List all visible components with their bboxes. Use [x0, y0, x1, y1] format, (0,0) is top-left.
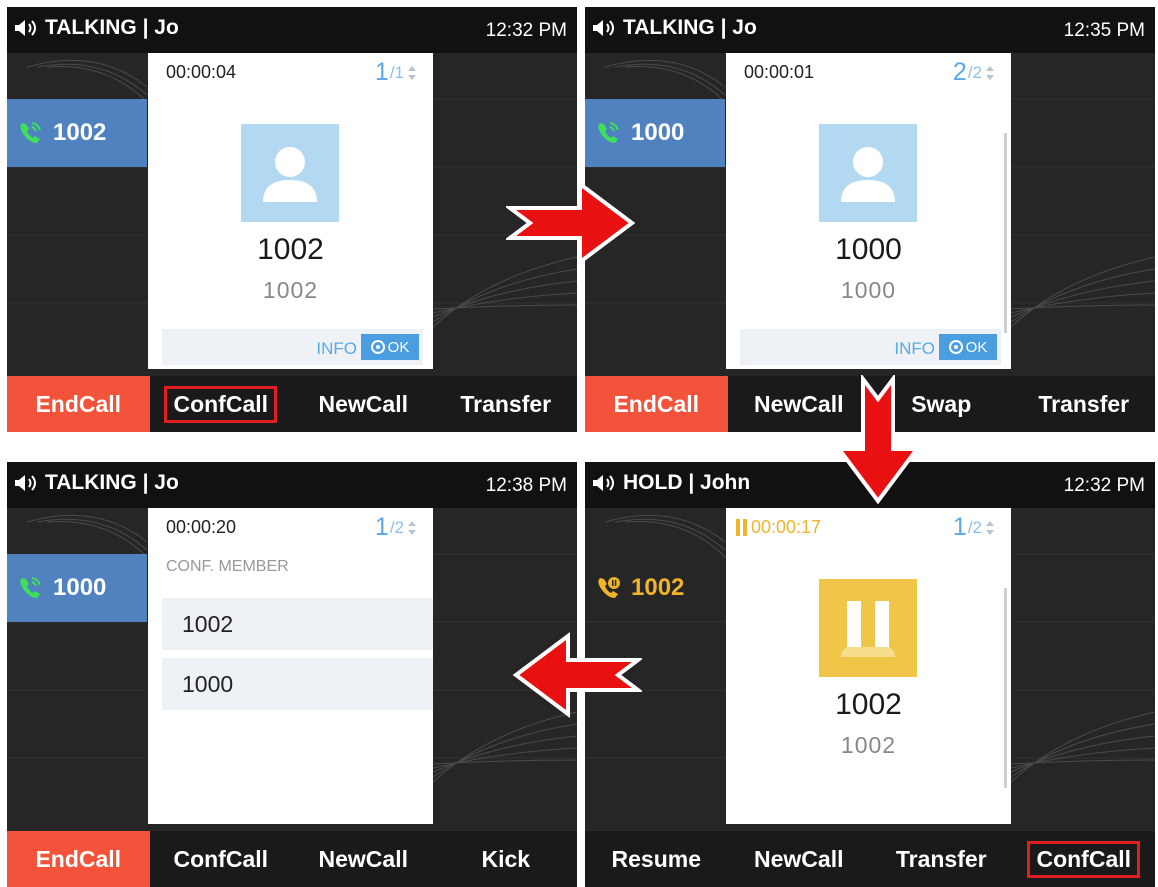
softkey-transfer[interactable]: Transfer [870, 831, 1013, 887]
caller-name: 1000 [835, 233, 902, 266]
arrow-left-icon [512, 632, 642, 718]
softkey-newcall[interactable]: NewCall [728, 831, 871, 887]
caller-number: 1000 [840, 277, 897, 303]
call-timer: 00:00:17 [736, 517, 821, 538]
avatar [819, 124, 917, 222]
line-number: 1000 [53, 574, 107, 601]
line-key[interactable]: 1000 [7, 554, 147, 622]
call-status: TALKING | Jo [45, 16, 179, 39]
softkey-confcall[interactable]: ConfCall [150, 831, 293, 887]
conference-card: 00:00:20 1/2 CONF. MEMBER 1002 1000 [148, 508, 433, 824]
caller-number: 1002 [840, 732, 897, 758]
page-indicator[interactable]: 1/2 [375, 513, 417, 542]
call-card: 00:00:01 2/2 1000 1000 INFO OK [726, 53, 1011, 369]
softkey-transfer[interactable]: Transfer [435, 376, 578, 432]
call-status: TALKING | Jo [623, 16, 757, 39]
phone-hold-icon [598, 577, 620, 598]
conf-member-title: CONF. MEMBER [166, 558, 289, 575]
phone-call-icon [20, 122, 41, 143]
updown-icon [408, 65, 416, 80]
info-bar: INFO OK [162, 329, 423, 365]
status-bar: TALKING | Jo 12:35 PM [585, 7, 1155, 53]
caller-name: 1002 [257, 233, 324, 266]
status-bar: TALKING | Jo 12:38 PM [7, 462, 577, 508]
ok-button[interactable]: OK [361, 334, 419, 360]
clock: 12:32 PM [1063, 475, 1145, 496]
phone-call-icon [598, 122, 619, 143]
call-status: HOLD | John [623, 471, 751, 494]
call-card: 00:00:17 1/2 1002 1002 [726, 508, 1011, 824]
updown-icon [986, 520, 994, 535]
speaker-icon [593, 475, 614, 491]
ok-button[interactable]: OK [939, 334, 997, 360]
softkey-bar: Resume NewCall Transfer ConfCall [585, 831, 1155, 887]
softkey-endcall[interactable]: EndCall [7, 376, 150, 432]
softkey-confcall[interactable]: ConfCall [1013, 831, 1156, 887]
avatar [241, 124, 339, 222]
softkey-bar: EndCall ConfCall NewCall Kick [7, 831, 577, 887]
softkey-bar: EndCall ConfCall NewCall Transfer [7, 376, 577, 432]
softkey-resume[interactable]: Resume [585, 831, 728, 887]
speaker-icon [15, 20, 36, 36]
clock: 12:32 PM [485, 20, 567, 41]
line-number: 1002 [53, 119, 107, 146]
arrow-down-icon [835, 375, 921, 505]
phone-screen-talking-2: TALKING | Jo 12:35 PM 1000 00:00:01 2/2 … [585, 7, 1155, 432]
ok-ring-icon [370, 340, 385, 354]
phone-screen-talking-1: TALKING | Jo 12:32 PM 1002 00:00:04 1/1 … [7, 7, 577, 432]
ok-ring-icon [948, 340, 963, 354]
softkey-endcall[interactable]: EndCall [7, 831, 150, 887]
caller-name: 1002 [835, 688, 902, 721]
call-timer: 00:00:04 [166, 62, 237, 82]
line-number: 1002 [631, 574, 685, 601]
line-key[interactable]: 1002 [7, 99, 147, 167]
updown-icon [408, 520, 416, 535]
call-status: TALKING | Jo [45, 471, 179, 494]
pause-icon [736, 519, 740, 536]
softkey-newcall[interactable]: NewCall [292, 376, 435, 432]
hold-avatar [819, 579, 917, 677]
info-label: INFO [894, 339, 935, 358]
line-key[interactable]: 1002 [585, 554, 725, 622]
speaker-icon [593, 20, 614, 36]
clock: 12:38 PM [485, 475, 567, 496]
line-key[interactable]: 1000 [585, 99, 725, 167]
info-bar: INFO OK [740, 329, 1001, 365]
page-indicator[interactable]: 1/1 [375, 58, 417, 87]
phone-screen-hold: HOLD | John 12:32 PM 1002 00:00:17 1/2 1… [585, 462, 1155, 887]
conf-member-item[interactable]: 1002 [162, 598, 433, 650]
info-label: INFO [316, 339, 357, 358]
person-icon [263, 147, 317, 202]
call-timer: 00:00:01 [744, 62, 815, 82]
speaker-icon [15, 475, 36, 491]
caller-number: 1002 [262, 277, 319, 303]
person-icon [841, 147, 895, 202]
pause-icon [743, 519, 747, 536]
page-indicator[interactable]: 1/2 [953, 513, 995, 542]
page-indicator[interactable]: 2/2 [953, 58, 995, 87]
softkey-confcall[interactable]: ConfCall [150, 376, 293, 432]
call-card: 00:00:04 1/1 1002 1002 INFO OK [148, 53, 433, 369]
softkey-endcall[interactable]: EndCall [585, 376, 728, 432]
status-bar: TALKING | Jo 12:32 PM [7, 7, 577, 53]
softkey-newcall[interactable]: NewCall [292, 831, 435, 887]
phone-screen-conference: TALKING | Jo 12:38 PM 1000 00:00:20 1/2 … [7, 462, 577, 887]
arrow-right-icon [506, 180, 636, 266]
call-timer: 00:00:20 [166, 517, 237, 537]
softkey-transfer[interactable]: Transfer [1013, 376, 1156, 432]
phone-call-icon [20, 577, 41, 598]
softkey-kick[interactable]: Kick [435, 831, 578, 887]
line-number: 1000 [631, 119, 685, 146]
clock: 12:35 PM [1063, 20, 1145, 41]
pause-large-icon [841, 601, 895, 657]
updown-icon [986, 65, 994, 80]
conf-member-item[interactable]: 1000 [162, 658, 433, 710]
